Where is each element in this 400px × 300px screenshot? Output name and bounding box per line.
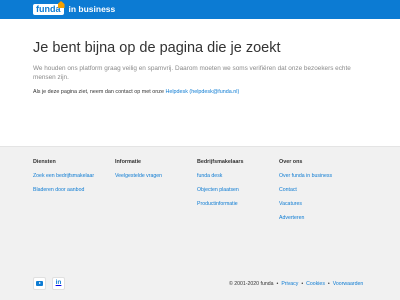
footer-column-diensten: Diensten Zoek een bedrijfsmakelaar Blade… [33, 159, 94, 201]
logo-text: funda [36, 4, 61, 14]
page-title: Je bent bijna op de pagina die je zoekt [33, 40, 281, 56]
house-icon [57, 1, 65, 8]
lead-text: We houden ons platform graag veilig en s… [33, 65, 351, 81]
youtube-button[interactable] [33, 277, 46, 290]
footer-link-objecten-plaatsen[interactable]: Objecten plaatsen [197, 187, 243, 193]
footer-link-productinformatie[interactable]: Productinformatie [197, 201, 243, 207]
footer-heading: Over ons [279, 159, 303, 165]
separator: • [327, 281, 330, 287]
footer: Diensten Zoek een bedrijfsmakelaar Blade… [0, 146, 400, 300]
footer-column-over-ons: Over ons Over funda in business Contact … [279, 159, 332, 229]
logo-subtitle: in business [68, 4, 116, 14]
footer-link-adverteren[interactable]: Adverteren [279, 215, 332, 221]
linkedin-button[interactable]: in [52, 277, 65, 290]
footer-column-bedrijfsmakelaars: Bedrijfsmakelaars funda desk Objecten pl… [197, 159, 243, 215]
top-bar: funda in business [0, 0, 400, 19]
helpdesk-link[interactable]: Helpdesk (helpdesk@funda.nl) [165, 89, 239, 95]
footer-link-veelgestelde-vragen[interactable]: Veelgestelde vragen [115, 173, 162, 179]
footer-link-bladeren-aanbod[interactable]: Bladeren door aanbod [33, 187, 94, 193]
footer-link-funda-desk[interactable]: funda desk [197, 173, 243, 179]
footer-heading: Informatie [115, 159, 142, 165]
linkedin-icon: in [55, 279, 62, 287]
footer-heading: Diensten [33, 159, 56, 165]
youtube-icon [36, 281, 43, 286]
copyright-text: © 2001-2020 funda [229, 281, 274, 287]
voorwaarden-link[interactable]: Voorwaarden [333, 281, 364, 287]
cookies-link[interactable]: Cookies [306, 281, 325, 287]
footer-link-zoek-bedrijfsmakelaar[interactable]: Zoek een bedrijfsmakelaar [33, 173, 94, 179]
contact-note-text: Als je deze pagina ziet, neem dan contac… [33, 89, 166, 95]
footer-heading: Bedrijfsmakelaars [197, 159, 244, 165]
funda-logo-mark: funda [33, 1, 65, 15]
funda-in-business-logo[interactable]: funda in business [33, 1, 116, 15]
privacy-link[interactable]: Privacy [281, 281, 298, 287]
legal-bar: © 2001-2020 funda • Privacy • Cookies • … [229, 281, 363, 287]
footer-link-over-funda-in-business[interactable]: Over funda in business [279, 173, 332, 179]
separator: • [301, 281, 304, 287]
footer-link-vacatures[interactable]: Vacatures [279, 201, 332, 207]
separator: • [276, 281, 279, 287]
contact-note: Als je deze pagina ziet, neem dan contac… [33, 89, 239, 95]
footer-column-informatie: Informatie Veelgestelde vragen [115, 159, 162, 187]
footer-link-contact[interactable]: Contact [279, 187, 332, 193]
